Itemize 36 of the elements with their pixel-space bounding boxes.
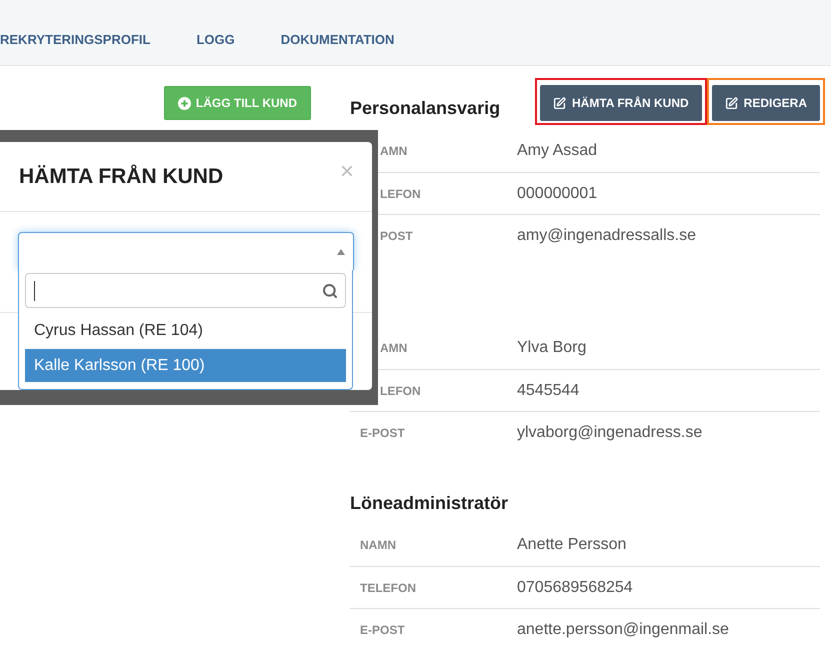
plus-circle-icon bbox=[178, 96, 191, 110]
select-field[interactable] bbox=[18, 232, 354, 270]
search-icon bbox=[322, 282, 338, 298]
field-value: ylvaborg@ingenadress.se bbox=[516, 422, 702, 442]
edit-icon bbox=[553, 96, 566, 110]
dropdown-option[interactable]: Kalle Karlsson (RE 100) bbox=[25, 349, 346, 382]
action-button[interactable]: REDIGERA bbox=[712, 85, 820, 121]
nav-tab[interactable]: LOGG bbox=[196, 32, 235, 48]
action-button[interactable]: HÄMTA FRÅN KUND bbox=[540, 85, 702, 121]
field-label: POST bbox=[380, 228, 413, 244]
field-label: AMN bbox=[380, 143, 408, 160]
field-value: Amy Assad bbox=[516, 141, 598, 161]
field-value: amy@ingenadressalls.se bbox=[516, 226, 696, 246]
field-label: TELEFON bbox=[360, 580, 416, 596]
field-label: LEFON bbox=[380, 382, 421, 400]
field-label: E-POST bbox=[360, 424, 405, 442]
field-label: LEFON bbox=[380, 186, 421, 202]
field-label: E-POST bbox=[360, 622, 405, 638]
edit-icon bbox=[724, 96, 738, 110]
nav-tab[interactable]: REKRYTERINGSPROFIL bbox=[0, 32, 150, 48]
search-field[interactable] bbox=[25, 273, 346, 308]
field-label: NAMN bbox=[360, 537, 396, 554]
field-value: 4545544 bbox=[516, 380, 580, 400]
dialog-title: HÄMTA FRÅN KUND bbox=[19, 164, 224, 190]
section-heading: Personalansvarig bbox=[350, 97, 500, 120]
field-value: 000000001 bbox=[516, 184, 598, 204]
section-heading: Löneadministratör bbox=[350, 492, 508, 515]
caret-icon bbox=[337, 248, 345, 254]
field-value: anette.persson@ingenmail.se bbox=[516, 620, 729, 640]
dropdown-option[interactable]: Cyrus Hassan (RE 104) bbox=[25, 314, 346, 347]
field-value: 0705689568254 bbox=[516, 578, 633, 598]
nav-tab[interactable]: DOKUMENTATION bbox=[280, 32, 394, 48]
field-value: Anette Persson bbox=[516, 535, 626, 555]
field-label: AMN bbox=[380, 340, 408, 357]
field-value: Ylva Borg bbox=[516, 338, 586, 358]
text-cursor-icon bbox=[34, 280, 35, 300]
